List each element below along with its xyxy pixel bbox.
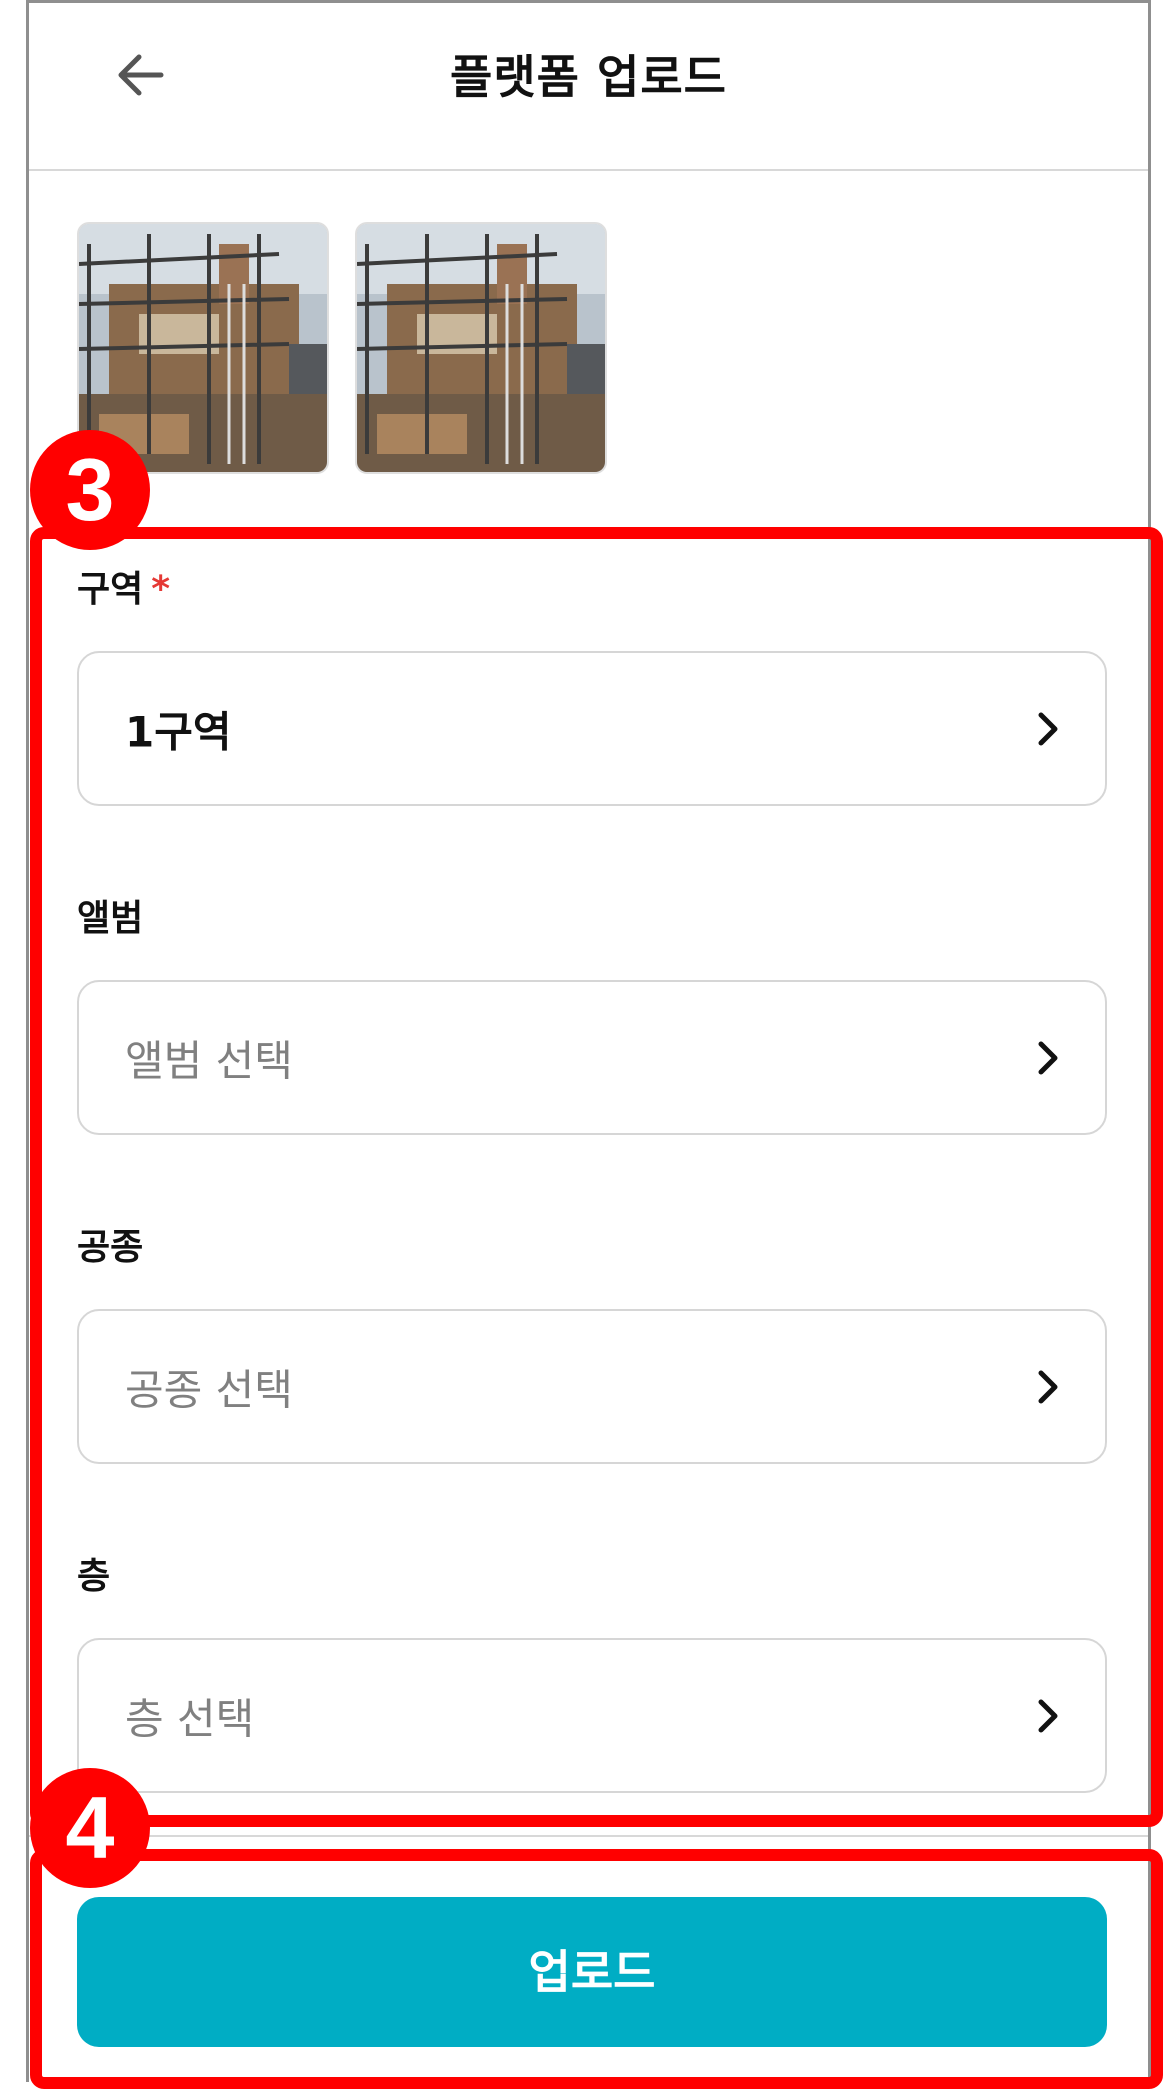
photo-thumbnail[interactable] [355, 222, 607, 474]
annotation-box-4 [30, 1849, 1163, 2089]
bottom-divider [29, 1835, 1148, 1837]
page-title: 플랫폼 업로드 [450, 50, 727, 104]
annotation-box-3 [30, 527, 1163, 1827]
annotation-badge-3: 3 [30, 430, 150, 550]
construction-photo-icon [357, 224, 605, 472]
top-bar: 플랫폼 업로드 [29, 3, 1148, 171]
annotation-badge-4: 4 [30, 1768, 150, 1888]
